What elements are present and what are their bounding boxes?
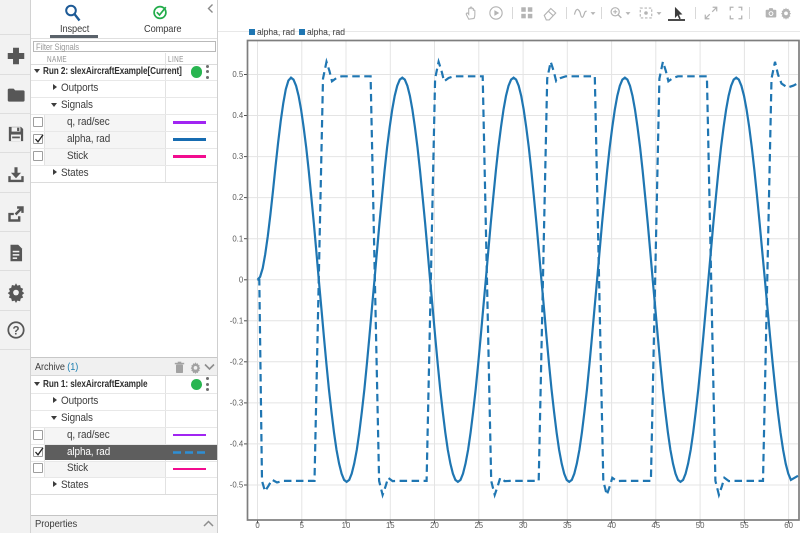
svg-text:15: 15: [386, 521, 395, 530]
svg-text:55: 55: [740, 521, 749, 530]
svg-text:0: 0: [255, 521, 260, 530]
svg-text:60: 60: [784, 521, 793, 530]
svg-text:35: 35: [563, 521, 572, 530]
svg-text:0.2: 0.2: [232, 193, 243, 202]
svg-text:5: 5: [300, 521, 305, 530]
svg-text:50: 50: [696, 521, 705, 530]
svg-text:-0.5: -0.5: [230, 481, 244, 490]
svg-text:-0.3: -0.3: [230, 399, 243, 408]
svg-text:0.1: 0.1: [232, 234, 243, 243]
svg-text:0: 0: [239, 275, 244, 284]
svg-text:25: 25: [474, 521, 483, 530]
svg-text:10: 10: [342, 521, 351, 530]
svg-text:0.4: 0.4: [232, 111, 244, 120]
svg-text:20: 20: [430, 521, 439, 530]
svg-text:?: ?: [12, 325, 19, 337]
svg-text:40: 40: [607, 521, 616, 530]
svg-text:-0.1: -0.1: [230, 316, 243, 325]
svg-text:0.3: 0.3: [232, 152, 243, 161]
svg-text:45: 45: [651, 521, 660, 530]
svg-text:-0.2: -0.2: [230, 357, 243, 366]
svg-text:0.5: 0.5: [232, 70, 244, 79]
svg-text:-0.4: -0.4: [230, 440, 244, 449]
svg-text:30: 30: [519, 521, 528, 530]
